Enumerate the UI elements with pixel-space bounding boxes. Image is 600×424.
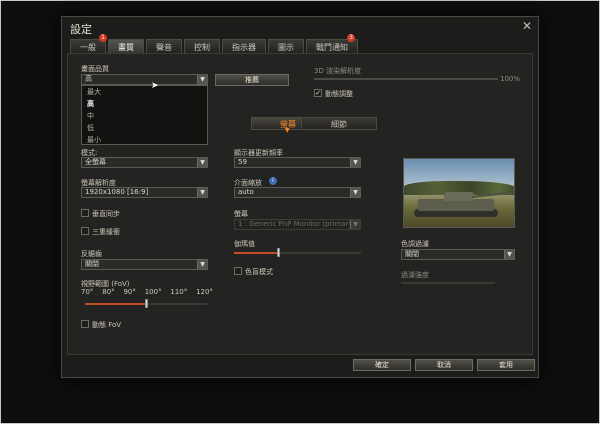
color-filter-dropdown[interactable]: 關閉 ▼: [401, 249, 515, 260]
triple-buffer-label: 三重緩衝: [92, 228, 120, 236]
slider-fill: [85, 303, 146, 305]
tab-general[interactable]: 一般 1: [70, 34, 107, 54]
quality-value: 高: [85, 75, 92, 83]
render-resolution-value: 100%: [500, 75, 521, 83]
fov-tick: 80°: [102, 288, 115, 296]
chevron-down-icon: ▼: [350, 220, 360, 229]
fov-tick: 100°: [144, 288, 162, 296]
colorblind-label: 色盲模式: [245, 268, 273, 276]
chevron-down-icon: ▼: [197, 158, 207, 167]
quality-option[interactable]: 低: [82, 122, 207, 134]
render-resolution-label: 3D 渲染解析度: [314, 67, 362, 75]
dynamic-adjust-label: 動態調整: [325, 90, 353, 98]
ui-scale-dropdown[interactable]: auto ▼: [234, 187, 361, 198]
monitor-dropdown: 1 : Generic PnP Monitor (primary) ▼: [234, 219, 361, 230]
antialiasing-label: 反鋸齒: [81, 250, 102, 258]
tab-controls[interactable]: 控制: [184, 39, 220, 54]
render-resolution-slider[interactable]: [314, 78, 498, 80]
gamma-label: 伽瑪值: [234, 240, 255, 248]
chevron-down-icon: ▼: [197, 188, 207, 197]
tab-label: 圖示: [278, 43, 294, 52]
tab-sound[interactable]: 聲音: [146, 39, 182, 54]
fov-slider[interactable]: [85, 299, 207, 308]
slider-thumb[interactable]: [145, 299, 148, 308]
monitor-value: 1 : Generic PnP Monitor (primary): [238, 220, 356, 228]
dialog-title: 設定: [70, 23, 92, 36]
vsync-checkbox[interactable]: [81, 209, 89, 217]
mode-value: 全螢幕: [85, 158, 106, 166]
chevron-down-icon: ▼: [350, 188, 360, 197]
screen-frame: 設定 ✕ 一般 1 畫質 聲音 控制 指示器 圖示 戰鬥通知 3 畫面品質 高 …: [0, 0, 600, 424]
fov-tick: 110°: [170, 288, 188, 296]
chevron-down-icon: ▼: [197, 260, 207, 269]
tab-label: 戰鬥通知: [316, 43, 348, 52]
slider-thumb[interactable]: [277, 248, 281, 257]
subtab-details[interactable]: 細節: [301, 117, 377, 130]
antialiasing-value: 關閉: [85, 260, 99, 268]
slider-fill: [314, 78, 498, 80]
ok-button[interactable]: 確定: [353, 359, 411, 371]
dynamic-fov-label: 動態 FoV: [92, 321, 122, 329]
filter-strength-label: 過濾強度: [401, 271, 429, 279]
apply-button[interactable]: 套用: [477, 359, 535, 371]
fov-tick: 120°: [196, 288, 213, 296]
subtab-label: 細節: [331, 120, 347, 129]
quality-option[interactable]: 最小: [82, 134, 207, 146]
slider-fill: [234, 252, 279, 254]
color-filter-value: 關閉: [405, 250, 419, 258]
info-icon[interactable]: i: [269, 177, 277, 185]
tab-label: 聲音: [156, 43, 172, 52]
dynamic-fov-checkbox[interactable]: [81, 320, 89, 328]
refresh-rate-value: 59: [238, 158, 247, 166]
tank-turret-shape: [444, 192, 474, 201]
tab-icons[interactable]: 圖示: [268, 39, 304, 54]
mouse-cursor-icon: ➤: [151, 81, 159, 91]
tab-label: 指示器: [232, 43, 256, 52]
fov-tick: 70°: [81, 288, 94, 296]
monitor-label: 螢幕: [234, 210, 248, 218]
color-filter-label: 色調過濾: [401, 240, 429, 248]
quality-dropdown[interactable]: 高 ▼: [81, 74, 208, 85]
antialiasing-dropdown[interactable]: 關閉 ▼: [81, 259, 208, 270]
chevron-down-icon: ▼: [350, 158, 360, 167]
colorblind-checkbox[interactable]: [234, 267, 242, 275]
chevron-down-icon: ▼: [197, 75, 207, 84]
notification-badge: 1: [99, 34, 107, 42]
tab-bar: 一般 1 畫質 聲音 控制 指示器 圖示 戰鬥通知 3: [70, 34, 358, 54]
quality-label: 畫面品質: [81, 65, 109, 73]
quality-options-list: 最大 高 中 低 最小: [81, 85, 208, 145]
mode-dropdown[interactable]: 全螢幕 ▼: [81, 157, 208, 168]
tab-battle-notifications[interactable]: 戰鬥通知 3: [306, 34, 358, 54]
tab-markers[interactable]: 指示器: [222, 39, 266, 54]
graphics-preview-image: [403, 158, 515, 228]
quality-option[interactable]: 最大: [82, 86, 207, 98]
ui-scale-value: auto: [238, 188, 254, 196]
chevron-down-icon: ▼: [504, 250, 514, 259]
recommend-button[interactable]: 推薦: [215, 74, 289, 86]
tab-label: 一般: [80, 43, 96, 52]
resolution-value: 1920x1080 [16:9]: [85, 188, 149, 196]
close-icon[interactable]: ✕: [522, 19, 532, 33]
fov-tick-labels: 70° 80° 90° 100° 110° 120°: [81, 288, 213, 296]
caret-down-icon: ▼: [285, 127, 290, 134]
refresh-rate-dropdown[interactable]: 59 ▼: [234, 157, 361, 168]
resolution-dropdown[interactable]: 1920x1080 [16:9] ▼: [81, 187, 208, 198]
dynamic-adjust-checkbox[interactable]: ✓: [314, 89, 322, 97]
quality-option[interactable]: 高: [82, 98, 207, 110]
cancel-button[interactable]: 取消: [415, 359, 473, 371]
tab-label: 畫質: [118, 43, 134, 52]
tab-graphics[interactable]: 畫質: [108, 39, 144, 54]
quality-option[interactable]: 中: [82, 110, 207, 122]
vsync-label: 垂直同步: [92, 210, 120, 218]
filter-strength-slider: [401, 282, 495, 284]
fov-tick: 90°: [123, 288, 136, 296]
gamma-slider[interactable]: [234, 248, 361, 257]
triple-buffer-checkbox[interactable]: [81, 227, 89, 235]
notification-badge: 3: [347, 34, 355, 42]
tab-label: 控制: [194, 43, 210, 52]
